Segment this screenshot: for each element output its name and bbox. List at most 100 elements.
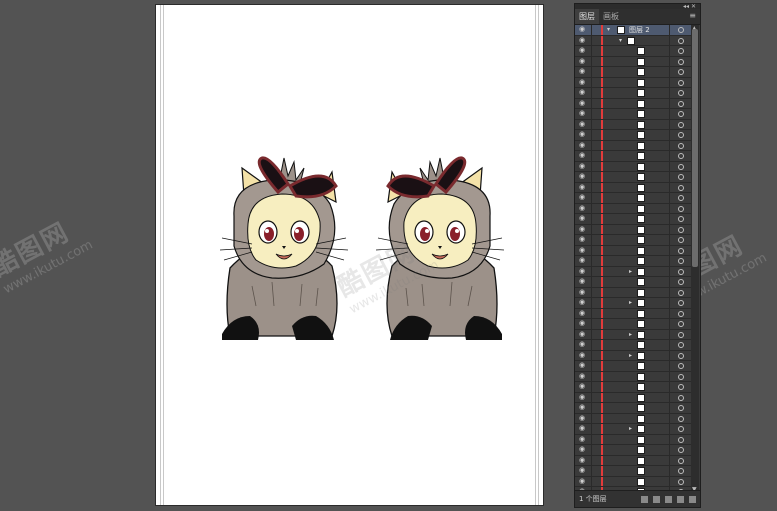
sublayer-row[interactable]: ◉ — [575, 319, 692, 330]
target-circle-icon[interactable] — [678, 279, 684, 285]
sublayer-row[interactable]: ◉ ▸ — [575, 350, 692, 361]
eye-icon[interactable]: ◉ — [579, 110, 587, 117]
lock-column[interactable] — [591, 266, 592, 276]
eye-icon[interactable]: ◉ — [579, 162, 587, 170]
eye-icon[interactable]: ◉ — [579, 141, 587, 149]
target-circle-icon[interactable] — [678, 174, 684, 180]
sublayer-row[interactable]: ◉ — [575, 56, 692, 67]
eye-icon[interactable]: ◉ — [579, 120, 587, 128]
target-circle-icon[interactable] — [678, 268, 684, 275]
target-circle-icon[interactable] — [678, 195, 684, 201]
sublayer-row[interactable]: ◉ — [575, 193, 692, 204]
target-circle-icon[interactable] — [678, 69, 684, 75]
sublayer-row[interactable]: ◉ — [575, 130, 692, 141]
scroll-thumb[interactable] — [692, 29, 698, 267]
sublayer-row[interactable]: ◉ ▾ — [575, 35, 692, 46]
target-circle-icon[interactable] — [678, 331, 684, 338]
delete-layer-icon[interactable] — [689, 495, 696, 503]
eye-icon[interactable]: ◉ — [579, 278, 587, 285]
target-circle-icon[interactable] — [678, 384, 684, 390]
artboard[interactable]: 酷图网 www.ikutu.com — [155, 4, 544, 506]
eye-icon[interactable]: ◉ — [579, 131, 587, 138]
new-sublayer-icon[interactable] — [665, 495, 672, 503]
lock-column[interactable] — [591, 256, 592, 266]
lock-column[interactable] — [591, 329, 592, 339]
cat-illustration[interactable] — [212, 150, 512, 345]
target-circle-icon[interactable] — [678, 247, 684, 254]
lock-column[interactable] — [591, 308, 592, 318]
sublayer-row[interactable]: ◉ — [575, 308, 692, 319]
eye-icon[interactable]: ◉ — [579, 267, 587, 275]
sublayer-row[interactable]: ◉ — [575, 77, 692, 88]
sublayer-row[interactable]: ◉ — [575, 287, 692, 298]
eye-icon[interactable]: ◉ — [579, 309, 587, 317]
sublayer-row[interactable]: ◉ ▸ — [575, 329, 692, 340]
target-circle-icon[interactable] — [678, 205, 684, 212]
lock-column[interactable] — [591, 172, 592, 182]
target-circle-icon[interactable] — [678, 363, 684, 369]
sublayer-row[interactable]: ◉ — [575, 476, 692, 487]
eye-icon[interactable]: ◉ — [579, 173, 587, 180]
eye-icon[interactable]: ◉ — [579, 225, 587, 233]
lock-column[interactable] — [591, 245, 592, 255]
target-circle-icon[interactable] — [678, 405, 684, 411]
sublayer-row[interactable]: ◉ — [575, 151, 692, 162]
target-circle-icon[interactable] — [678, 48, 684, 54]
lock-column[interactable] — [591, 403, 592, 413]
target-circle-icon[interactable] — [678, 184, 684, 191]
lock-column[interactable] — [591, 434, 592, 444]
eye-icon[interactable]: ◉ — [579, 341, 587, 348]
eye-icon[interactable]: ◉ — [579, 414, 587, 422]
lock-column[interactable] — [591, 193, 592, 203]
lock-column[interactable] — [591, 361, 592, 371]
eye-icon[interactable]: ◉ — [579, 215, 587, 222]
eye-icon[interactable]: ◉ — [579, 152, 587, 159]
eye-icon[interactable]: ◉ — [579, 477, 587, 485]
layer-name[interactable]: 图层 2 — [629, 25, 650, 35]
disclosure-triangle-icon[interactable]: ▸ — [629, 425, 632, 433]
target-circle-icon[interactable] — [678, 216, 684, 222]
target-circle-icon[interactable] — [678, 457, 684, 464]
disclosure-triangle-icon[interactable]: ▸ — [629, 331, 632, 339]
target-circle-icon[interactable] — [678, 373, 684, 380]
lock-column[interactable] — [591, 67, 592, 77]
eye-icon[interactable]: ◉ — [579, 194, 587, 201]
target-circle-icon[interactable] — [678, 100, 684, 107]
lock-column[interactable] — [591, 424, 592, 434]
eye-icon[interactable]: ◉ — [579, 330, 587, 338]
eye-icon[interactable]: ◉ — [579, 204, 587, 212]
lock-column[interactable] — [591, 25, 592, 35]
sublayer-row[interactable]: ◉ — [575, 98, 692, 109]
target-circle-icon[interactable] — [678, 237, 684, 243]
lock-column[interactable] — [591, 319, 592, 329]
tab-artboards[interactable]: 画板 — [599, 9, 623, 24]
lock-column[interactable] — [591, 476, 592, 486]
sublayer-row[interactable]: ◉ — [575, 340, 692, 351]
sublayer-row[interactable]: ◉ — [575, 67, 692, 78]
sublayer-row[interactable]: ◉ — [575, 371, 692, 382]
lock-column[interactable] — [591, 371, 592, 381]
sublayer-row[interactable]: ◉ — [575, 277, 692, 288]
target-circle-icon[interactable] — [678, 289, 684, 296]
disclosure-triangle-icon[interactable]: ▾ — [619, 37, 622, 45]
sublayer-row[interactable]: ◉ — [575, 224, 692, 235]
sublayer-row[interactable]: ◉ — [575, 455, 692, 466]
target-circle-icon[interactable] — [678, 352, 684, 359]
eye-icon[interactable]: ◉ — [579, 26, 587, 33]
eye-icon[interactable]: ◉ — [579, 372, 587, 380]
eye-icon[interactable]: ◉ — [579, 383, 587, 390]
lock-column[interactable] — [591, 151, 592, 161]
target-circle-icon[interactable] — [678, 153, 684, 159]
target-circle-icon[interactable] — [678, 478, 684, 485]
sublayer-row[interactable]: ◉ — [575, 256, 692, 267]
eye-icon[interactable]: ◉ — [579, 246, 587, 254]
lock-column[interactable] — [591, 56, 592, 66]
eye-icon[interactable]: ◉ — [579, 288, 587, 296]
lock-column[interactable] — [591, 182, 592, 192]
lock-column[interactable] — [591, 287, 592, 297]
target-circle-icon[interactable] — [678, 132, 684, 138]
eye-icon[interactable]: ◉ — [579, 446, 587, 453]
lock-column[interactable] — [591, 130, 592, 140]
layer-row-top[interactable]: ◉ ▾ 图层 2 — [575, 25, 692, 36]
lock-column[interactable] — [591, 413, 592, 423]
